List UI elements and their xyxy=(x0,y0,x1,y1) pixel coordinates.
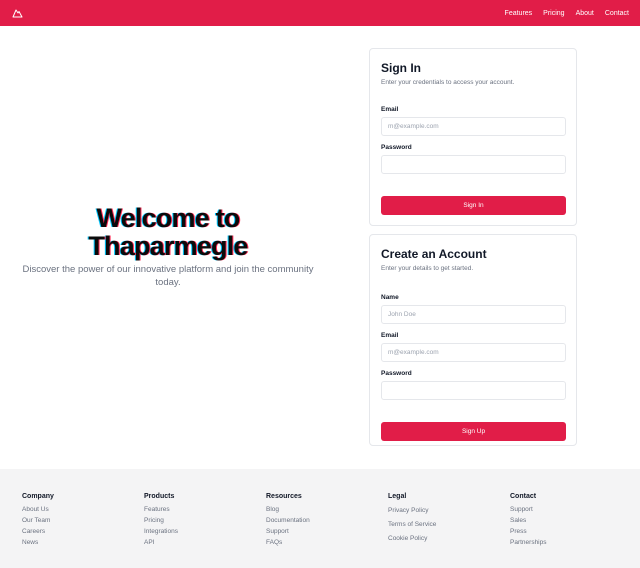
footer-heading: Resources xyxy=(266,493,302,500)
sign-up-name-label: Name xyxy=(381,294,399,301)
hero-section: Welcome to Thaparmegle Discover the powe… xyxy=(20,204,316,289)
sign-in-button[interactable]: Sign In xyxy=(381,196,566,215)
sign-up-email-label: Email xyxy=(381,332,399,339)
hero-subtitle: Discover the power of our innovative pla… xyxy=(22,264,314,288)
sign-in-title: Sign In xyxy=(381,61,421,75)
footer-heading: Company xyxy=(22,493,54,500)
nav-link-features[interactable]: Features xyxy=(505,10,533,17)
hero-title-line-1: Welcome to xyxy=(96,203,240,233)
footer-link-support[interactable]: Support xyxy=(266,526,310,537)
footer-link-careers[interactable]: Careers xyxy=(22,526,54,537)
logo-mountain-icon[interactable] xyxy=(12,7,24,19)
sign-up-card: Create an Account Enter your details to … xyxy=(369,234,577,446)
navbar: Features Pricing About Contact xyxy=(0,0,640,26)
footer-link-features[interactable]: Features xyxy=(144,504,178,515)
sign-in-password-label: Password xyxy=(381,144,412,151)
sign-in-description: Enter your credentials to access your ac… xyxy=(381,79,515,86)
footer-heading: Contact xyxy=(510,493,537,500)
nav-links: Features Pricing About Contact xyxy=(505,10,629,17)
footer-link-our-team[interactable]: Our Team xyxy=(22,515,54,526)
footer-link-integrations[interactable]: Integrations xyxy=(144,526,178,537)
footer-link-documentation[interactable]: Documentation xyxy=(266,515,310,526)
footer-column-products: Products Features Pricing Integrations A… xyxy=(144,493,178,548)
sign-up-name-input[interactable] xyxy=(381,305,566,324)
footer-link-sales[interactable]: Sales xyxy=(510,515,547,526)
footer-link-faqs[interactable]: FAQs xyxy=(266,537,310,548)
footer-column-contact: Contact Support Sales Press Partnerships xyxy=(510,493,547,548)
footer-link-support-contact[interactable]: Support xyxy=(510,504,547,515)
footer-link-terms-of-service[interactable]: Terms of Service xyxy=(388,518,436,532)
footer-column-resources: Resources Blog Documentation Support FAQ… xyxy=(266,493,310,548)
sign-up-title: Create an Account xyxy=(381,247,487,261)
sign-in-email-label: Email xyxy=(381,106,399,113)
footer-link-api[interactable]: API xyxy=(144,537,178,548)
nav-link-contact[interactable]: Contact xyxy=(605,10,629,17)
footer-link-partnerships[interactable]: Partnerships xyxy=(510,537,547,548)
sign-up-button[interactable]: Sign Up xyxy=(381,422,566,441)
nav-link-about[interactable]: About xyxy=(576,10,594,17)
footer-link-press[interactable]: Press xyxy=(510,526,547,537)
sign-up-password-input[interactable] xyxy=(381,381,566,400)
footer: Company About Us Our Team Careers News P… xyxy=(0,469,640,568)
hero-title-line-2: Thaparmegle xyxy=(88,231,248,261)
footer-link-news[interactable]: News xyxy=(22,537,54,548)
footer-column-company: Company About Us Our Team Careers News xyxy=(22,493,54,548)
sign-up-password-label: Password xyxy=(381,370,412,377)
sign-in-email-input[interactable] xyxy=(381,117,566,136)
footer-heading: Legal xyxy=(388,493,407,500)
footer-heading: Products xyxy=(144,493,175,500)
hero-title: Welcome to Thaparmegle xyxy=(20,204,316,260)
footer-link-privacy-policy[interactable]: Privacy Policy xyxy=(388,504,436,518)
nav-link-pricing[interactable]: Pricing xyxy=(543,10,564,17)
sign-in-password-input[interactable] xyxy=(381,155,566,174)
mountain-icon xyxy=(12,9,23,18)
footer-link-blog[interactable]: Blog xyxy=(266,504,310,515)
footer-column-legal: Legal Privacy Policy Terms of Service Co… xyxy=(388,493,436,546)
sign-up-description: Enter your details to get started. xyxy=(381,265,474,272)
footer-link-cookie-policy[interactable]: Cookie Policy xyxy=(388,532,436,546)
footer-link-about-us[interactable]: About Us xyxy=(22,504,54,515)
sign-in-card: Sign In Enter your credentials to access… xyxy=(369,48,577,226)
footer-link-pricing[interactable]: Pricing xyxy=(144,515,178,526)
sign-up-email-input[interactable] xyxy=(381,343,566,362)
